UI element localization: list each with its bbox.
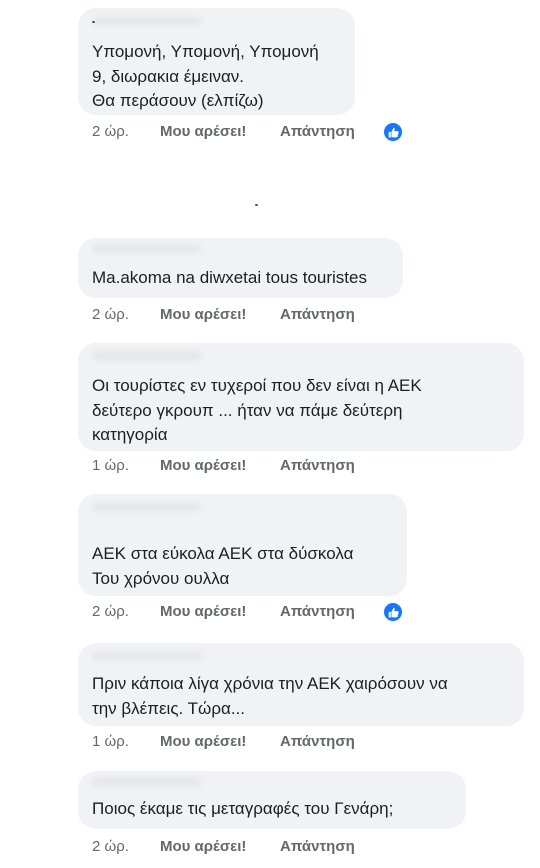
like-button[interactable]: Μου αρέσει! [160, 733, 246, 750]
comment-text: Πριν κάποια λίγα χρόνια την ΑΕΚ χαιρόσου… [92, 674, 448, 718]
speck [92, 21, 95, 23]
comment-text: ΑΕΚ στα εύκολα ΑΕΚ στα δύσκολα Του χρόνο… [92, 544, 354, 588]
like-button[interactable]: Μου αρέσει! [160, 306, 246, 323]
comment-bubble: Ποιος έκαμε τις μεταγραφές του Γενάρη; [78, 771, 466, 829]
like-thumb-icon [383, 602, 403, 622]
author-name-redacted [92, 777, 202, 787]
comment-bubble: ΑΕΚ στα εύκολα ΑΕΚ στα δύσκολα Του χρόνο… [78, 494, 407, 596]
comment-time[interactable]: 1 ώρ. [92, 457, 129, 474]
author-name-redacted [92, 351, 202, 361]
like-button[interactable]: Μου αρέσει! [160, 603, 246, 620]
comment-bubble: Ma.akoma na diwxetai tous touristes [78, 238, 403, 298]
reply-button[interactable]: Απάντηση [280, 306, 355, 323]
reply-button[interactable]: Απάντηση [280, 838, 355, 855]
author-name-redacted [92, 651, 202, 661]
reply-button[interactable]: Απάντηση [280, 457, 355, 474]
comment-time[interactable]: 2 ώρ. [92, 306, 129, 323]
comment-bubble: Πριν κάποια λίγα χρόνια την ΑΕΚ χαιρόσου… [78, 643, 524, 726]
comment-text: Υπομονή, Υπομονή, Υπομονή 9, διωρακια έμ… [92, 42, 319, 110]
author-name-redacted [92, 502, 202, 512]
reply-button[interactable]: Απάντηση [280, 123, 355, 140]
like-button[interactable]: Μου αρέσει! [160, 838, 246, 855]
comment-time[interactable]: 2 ώρ. [92, 123, 129, 140]
comment-bubble: Υπομονή, Υπομονή, Υπομονή 9, διωρακια έμ… [78, 8, 355, 115]
speck [255, 204, 258, 206]
comment-time[interactable]: 2 ώρ. [92, 603, 129, 620]
comment-text: Οι τουρίστες εν τυχεροί που δεν είναι η … [92, 376, 422, 444]
author-name-redacted [92, 244, 202, 254]
comment-time[interactable]: 2 ώρ. [92, 838, 129, 855]
reply-button[interactable]: Απάντηση [280, 603, 355, 620]
reply-button[interactable]: Απάντηση [280, 733, 355, 750]
comment-time[interactable]: 1 ώρ. [92, 733, 129, 750]
like-button[interactable]: Μου αρέσει! [160, 123, 246, 140]
comment-text: Ma.akoma na diwxetai tous touristes [92, 268, 367, 287]
comment-text: Ποιος έκαμε τις μεταγραφές του Γενάρη; [92, 799, 394, 818]
like-thumb-icon [383, 122, 403, 142]
comment-bubble: Οι τουρίστες εν τυχεροί που δεν είναι η … [78, 343, 524, 451]
author-name-redacted [92, 16, 202, 26]
like-button[interactable]: Μου αρέσει! [160, 457, 246, 474]
